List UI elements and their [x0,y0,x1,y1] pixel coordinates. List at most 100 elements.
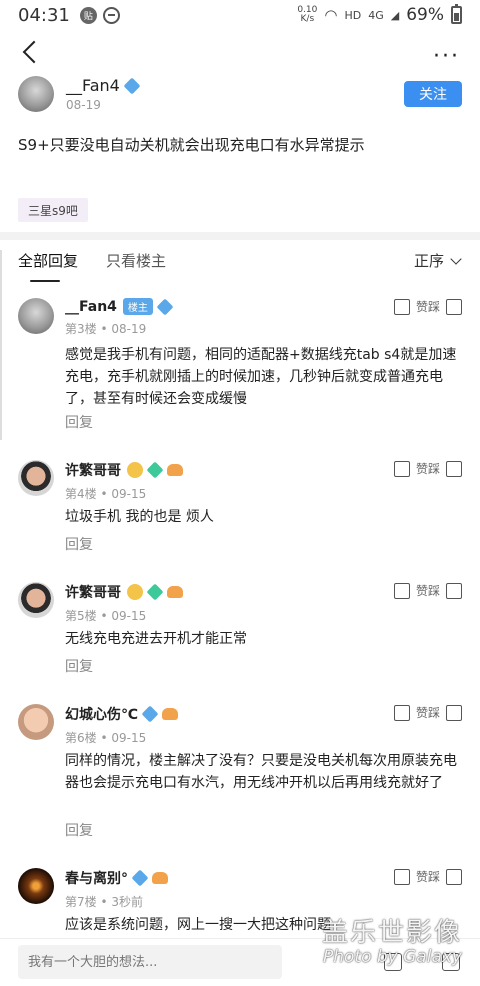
reply-link[interactable]: 回复 [65,820,93,840]
post-date: 08-19 [66,98,101,112]
comment-author[interactable]: 许繁哥哥 [65,460,121,480]
comment-item: 春与离别° 第7楼 • 3秒前 赞踩 应该是系统问题，网上一搜一大把这种问题 [18,868,462,938]
owner-badge: 楼主 [122,298,153,315]
battery-percent: 69% [406,5,444,25]
level-diamond-icon [123,77,141,94]
signal-icon: ◢ [390,8,400,22]
comment-text: 无线充电充进去开机才能正常 [65,631,247,647]
vote-label: 赞踩 [415,870,440,884]
sort-label: 正序 [413,252,444,270]
post-text: S9+只要没电自动关机就会出现充电口有水异常提示 [18,136,365,154]
bottom-reply-bar [0,938,480,986]
comment-author[interactable]: __Fan4 [65,299,117,315]
level-diamond-icon [146,583,164,601]
wifi-icon: ◠ [324,6,338,24]
reply-tabs: 全部回复 只看楼主 正序 [0,240,480,282]
reply-link[interactable]: 回复 [65,412,93,432]
comment-floor: 第6楼 [65,731,97,745]
fan-badge-icon [167,586,183,598]
reply-link[interactable]: 回复 [65,534,93,554]
level-diamond-icon [141,705,159,723]
net-speed: 0.10 K/s [297,6,317,24]
vote-label: 赞踩 [415,300,440,314]
hd-label: HD [344,8,362,22]
fan-badge-icon [167,464,183,476]
app-notification-icon: 贴 [79,6,97,24]
status-bar: 04:31 贴 0.10 K/s ◠ HD 4G ◢ 69% [0,0,480,30]
comment-item: 许繁哥哥 第4楼 • 09-15 赞踩 垃圾手机 我的也是 烦人 回复 [18,460,462,560]
comment-floor: 第3楼 [65,322,97,336]
thumb-up-icon[interactable] [393,582,410,599]
fan-badge-icon [152,872,168,884]
thumb-down-icon[interactable] [446,868,462,885]
vote-actions[interactable]: 赞踩 [393,460,462,477]
comment-date: 08-19 [111,322,147,336]
thumb-up-icon[interactable] [393,460,410,477]
battery-icon [451,4,462,24]
thumb-down-icon[interactable] [446,704,462,721]
level-diamond-icon [131,869,149,887]
post-author: __Fan4 08-19 关注 [18,74,462,114]
reply-link[interactable]: 回复 [65,656,93,676]
comment-text: 感觉是我手机有问题，相同的适配器+数据线充tab s4就是加速充电，充手机就刚插… [65,347,457,407]
comment-date: 09-15 [111,487,147,501]
emoji-badge-icon [127,584,143,600]
comment-date: 09-15 [111,731,147,745]
comment-author[interactable]: 幻城心伤℃ [65,704,138,724]
do-not-disturb-icon [102,6,120,24]
comment-item: 幻城心伤℃ 第6楼 • 09-15 赞踩 同样的情况，楼主解决了没有？只要是没电… [18,704,462,844]
level-diamond-icon [156,298,174,315]
back-icon[interactable] [22,40,46,64]
avatar[interactable] [18,582,54,618]
avatar[interactable] [18,76,54,112]
vote-label: 赞踩 [415,462,440,476]
comment-item: __Fan4 楼主 第3楼 • 08-19 赞踩 感觉是我手机有问题，相同的适配… [18,298,462,438]
avatar[interactable] [18,704,54,740]
vote-actions[interactable]: 赞踩 [393,298,462,315]
net-speed-unit: K/s [300,14,315,24]
fan-badge-icon [161,708,178,720]
avatar[interactable] [18,460,54,496]
vote-label: 赞踩 [415,584,440,598]
more-icon[interactable]: ··· [433,44,460,69]
comment-icon[interactable] [384,953,402,971]
vote-actions[interactable]: 赞踩 [393,704,462,721]
comment-date: 3秒前 [111,895,143,909]
comment-floor: 第5楼 [65,609,97,623]
comment-date: 09-15 [111,609,147,623]
follow-button[interactable]: 关注 [404,81,462,107]
avatar[interactable] [18,868,54,904]
comment-text: 垃圾手机 我的也是 烦人 [65,509,214,525]
comment-author[interactable]: 许繁哥哥 [65,582,121,602]
chevron-down-icon [450,252,462,265]
comment-text: 同样的情况，楼主解决了没有？只要是没电关机每次用原装充电器也会提示充电口有水汽，… [65,753,457,791]
comment-text: 应该是系统问题，网上一搜一大把这种问题 [65,917,331,933]
top-bar: ··· [0,30,480,78]
forum-tag[interactable]: 三星s9吧 [18,198,88,222]
scroll-edge [0,250,2,440]
reply-input[interactable] [18,945,282,979]
comment-author[interactable]: 春与离别° [65,868,128,888]
level-diamond-icon [146,461,164,479]
tab-all-replies[interactable]: 全部回复 [18,250,78,271]
emoji-badge-icon [127,462,143,478]
thumb-up-icon[interactable] [393,868,410,885]
avatar[interactable] [18,298,54,334]
share-icon[interactable] [442,953,460,971]
thumb-up-icon[interactable] [393,704,410,721]
sort-dropdown[interactable]: 正序 [413,250,462,271]
author-name[interactable]: __Fan4 [66,76,120,95]
comment-item: 许繁哥哥 第5楼 • 09-15 赞踩 无线充电充进去开机才能正常 回复 [18,582,462,682]
vote-actions[interactable]: 赞踩 [393,868,462,885]
comment-floor: 第4楼 [65,487,97,501]
tab-underline [30,280,60,282]
thumb-down-icon[interactable] [446,298,462,315]
thumb-up-icon[interactable] [393,298,410,315]
thumb-down-icon[interactable] [446,582,462,599]
thumb-down-icon[interactable] [446,460,462,477]
vote-label: 赞踩 [415,706,440,720]
vote-actions[interactable]: 赞踩 [393,582,462,599]
section-divider [0,232,480,240]
comment-floor: 第7楼 [65,895,97,909]
tab-owner-only[interactable]: 只看楼主 [106,250,166,271]
